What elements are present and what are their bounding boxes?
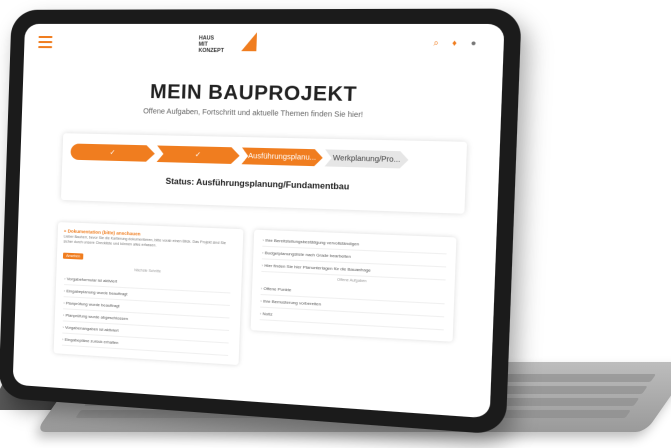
todo-list: Ihre Bereitstellungsbestätigung vervolls… [261,234,447,281]
view-button[interactable]: Ansehen [62,252,84,260]
bell-icon[interactable]: ♦ [452,38,462,48]
step-2[interactable]: ✓ [157,146,240,165]
status-text: Status: Ausführungsplanung/Fundamentbau [165,176,350,192]
user-icon[interactable]: ● [471,38,481,48]
right-card: Ihre Bereitstellungsbestätigung vervolls… [250,229,457,342]
step-label: Ausführungsplanu... [247,152,317,162]
warning-text: Lieber Bauherr, bevor Sie die Kartierung… [63,234,227,247]
progress-panel: ✓ ✓ Ausführungsplanu... Werkplanung/Pro.… [60,133,468,214]
check-icon: ✓ [109,149,116,157]
left-card: » Dokumentation (bitte) anschauen Lieber… [53,222,244,366]
next-steps-list: Vorgabeformular ist aktiviert Eingabepla… [61,272,231,357]
tablet-device: HAUS MIT KONZEPT ⌕ ♦ ● MEIN BAUPROJEKT O… [0,8,522,435]
logo: HAUS MIT KONZEPT [198,32,263,55]
app-screen: HAUS MIT KONZEPT ⌕ ♦ ● MEIN BAUPROJEKT O… [12,23,505,419]
page-subtitle: Offene Aufgaben, Fortschritt und aktuell… [143,108,364,120]
search-icon[interactable]: ⌕ [433,38,443,48]
page-title: MEIN BAUPROJEKT [149,81,358,107]
open-tasks-list: Offene Punkte Ihre Bemusterung vorbereit… [259,282,446,331]
logo-mark-icon [241,32,258,52]
logo-text: HAUS MIT KONZEPT [198,35,225,55]
header-icons: ⌕ ♦ ● [433,38,481,48]
progress-steps: ✓ ✓ Ausführungsplanu... Werkplanung/Pro.… [70,143,457,169]
hamburger-icon[interactable] [38,35,53,49]
check-icon: ✓ [194,151,202,159]
top-bar: HAUS MIT KONZEPT ⌕ ♦ ● [24,24,505,64]
step-4[interactable]: Werkplanung/Pro... [325,149,409,168]
step-label: Werkplanung/Pro... [332,154,401,164]
step-1[interactable]: ✓ [70,143,155,161]
step-3[interactable]: Ausführungsplanu... [241,147,323,166]
